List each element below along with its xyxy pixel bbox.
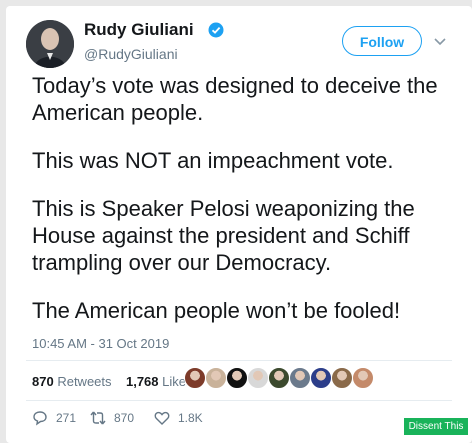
liker-avatar[interactable] <box>184 367 206 389</box>
verified-badge-icon <box>208 22 224 38</box>
retweet-icon <box>90 411 106 425</box>
author-avatar[interactable] <box>26 20 74 68</box>
liker-avatar[interactable] <box>331 367 353 389</box>
tweet-paragraph: This was NOT an impeachment vote. <box>32 148 394 173</box>
retweets-count: 870 <box>32 374 54 389</box>
tweet-paragraph: The American people won’t be fooled! <box>32 298 401 323</box>
heart-icon <box>154 411 170 425</box>
retweets-label: Retweets <box>57 374 112 389</box>
liker-avatar[interactable] <box>268 367 290 389</box>
retweet-button[interactable]: 870 <box>90 408 134 428</box>
liker-avatar[interactable] <box>247 367 269 389</box>
tweet-card: Rudy Giuliani @RudyGiuliani Follow Today… <box>6 6 472 443</box>
like-count: 1.8K <box>178 411 203 425</box>
tweet-stats: 870 Retweets 1,768 Likes <box>32 374 193 389</box>
liker-avatar[interactable] <box>289 367 311 389</box>
likes-count: 1,768 <box>125 374 159 389</box>
tweet-paragraph: Today’s vote was designed to deceive the… <box>32 73 438 125</box>
divider <box>26 400 452 401</box>
author-name[interactable]: Rudy Giuliani <box>84 20 194 40</box>
reply-icon <box>33 411 47 426</box>
reply-count: 271 <box>56 411 77 425</box>
retweets-stat[interactable]: 870 Retweets <box>32 374 112 389</box>
chevron-down-icon[interactable] <box>434 38 446 46</box>
like-button[interactable]: 1.8K <box>154 408 203 428</box>
liker-avatar[interactable] <box>352 367 374 389</box>
reply-button[interactable]: 271 <box>32 408 76 428</box>
liker-avatar[interactable] <box>226 367 248 389</box>
tweet-text: Today’s vote was designed to deceive the… <box>32 72 462 345</box>
follow-button[interactable]: Follow <box>342 26 422 56</box>
divider <box>26 360 452 361</box>
tweet-timestamp[interactable]: 10:45 AM - 31 Oct 2019 <box>32 336 169 351</box>
dissent-this-button[interactable]: Dissent This <box>404 418 468 435</box>
retweet-count: 870 <box>114 411 135 425</box>
liker-avatar[interactable] <box>205 367 227 389</box>
tweet-paragraph: This is Speaker Pelosi weaponizing the H… <box>32 196 415 275</box>
likes-stat[interactable]: 1,768 Likes <box>126 374 193 389</box>
liker-avatar[interactable] <box>310 367 332 389</box>
author-handle[interactable]: @RudyGiuliani <box>84 46 178 62</box>
